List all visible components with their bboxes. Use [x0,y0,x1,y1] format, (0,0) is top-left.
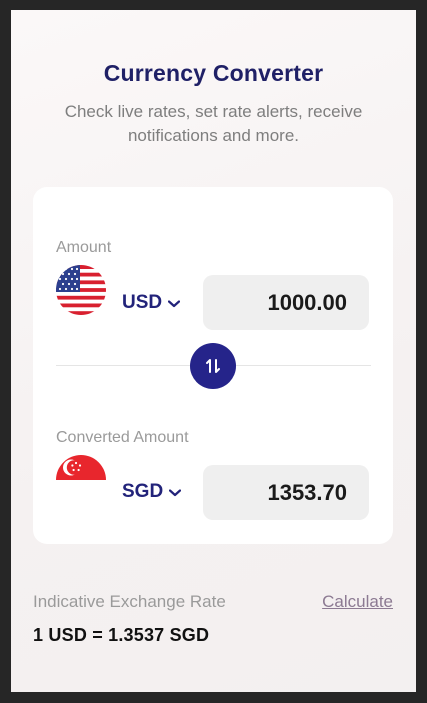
amount-input[interactable]: 1000.00 [203,275,369,330]
swap-arrows-icon [206,359,220,373]
sg-flag-icon [56,455,106,505]
us-flag-icon [56,265,106,315]
from-currency-code: USD [122,292,163,313]
chevron-down-icon [169,489,182,497]
exchange-rate-value: 1 USD = 1.3537 SGD [33,625,210,645]
swap-currencies-button[interactable] [190,343,236,389]
amount-label: Amount [56,239,112,256]
chevron-down-icon [168,300,181,308]
calculate-link[interactable]: Calculate [322,592,393,612]
page-title: Currency Converter [103,60,324,86]
converted-amount-field: 1353.70 [203,465,369,520]
converter-card: Amount USD 1000.00 Converted Amount SGD … [33,187,393,544]
converter-screen: Currency Converter Check live rates, set… [11,10,416,692]
page-subtitle: Check live rates, set rate alerts, recei… [64,102,363,145]
to-currency-select[interactable]: SGD [122,481,182,503]
exchange-rate-label: Indicative Exchange Rate [33,592,226,611]
to-currency-code: SGD [122,481,164,502]
converted-amount-label: Converted Amount [56,429,189,446]
from-currency-select[interactable]: USD [122,292,181,314]
